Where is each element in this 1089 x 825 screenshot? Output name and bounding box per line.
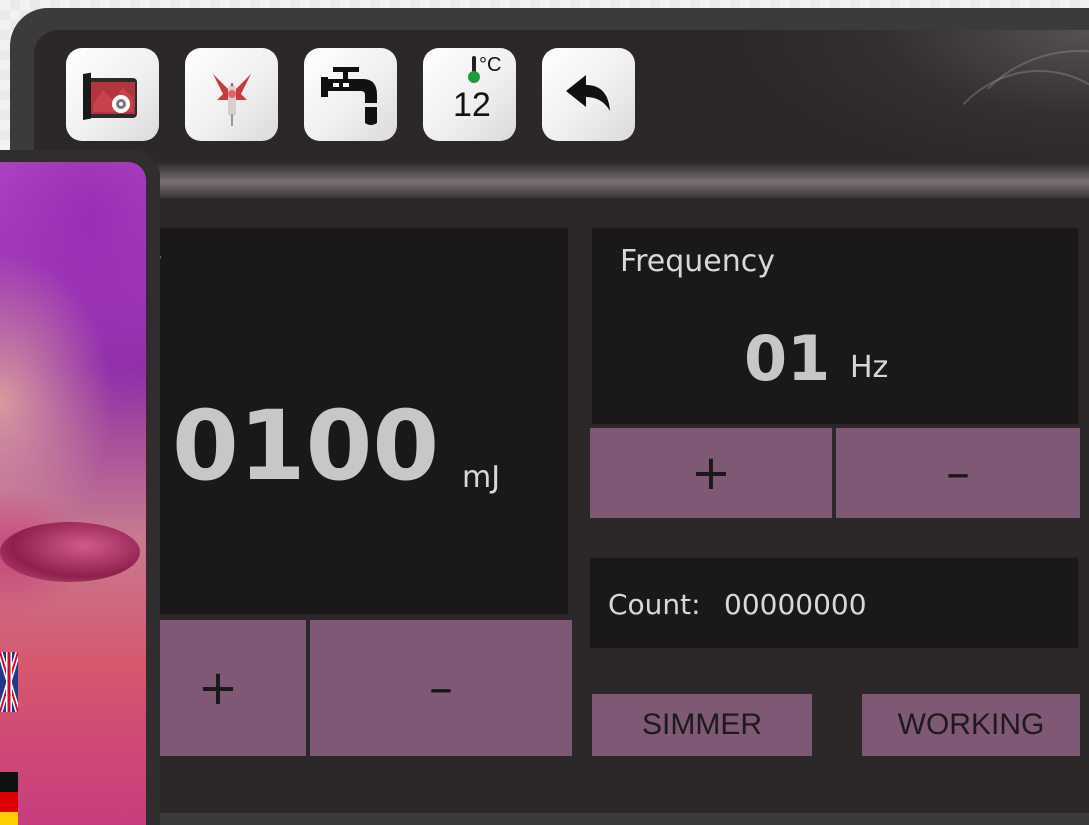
working-button[interactable]: WORKING — [862, 694, 1080, 756]
settings-button[interactable] — [66, 48, 159, 141]
frequency-label: Frequency — [620, 244, 775, 279]
frequency-panel: Frequency 01 Hz — [590, 226, 1080, 426]
count-panel: Count: 00000000 — [588, 556, 1080, 650]
energy-panel: y 0100 mJ — [130, 226, 570, 616]
simmer-button[interactable]: SIMMER — [592, 694, 812, 756]
minus-icon: – — [946, 445, 970, 501]
german-flag-icon[interactable] — [0, 772, 18, 825]
water-tap-icon — [320, 66, 377, 125]
plus-icon: + — [690, 445, 732, 501]
minus-icon: – — [429, 660, 453, 716]
handpiece-icon — [212, 73, 251, 126]
frequency-value: 01 — [744, 322, 831, 395]
back-arrow-icon — [565, 74, 610, 111]
toolbar: °C 12 — [66, 48, 635, 141]
back-button[interactable] — [542, 48, 635, 141]
water-button[interactable] — [304, 48, 397, 141]
temperature-unit: °C — [479, 54, 502, 76]
handpiece-button[interactable] — [185, 48, 278, 141]
english-flag-icon[interactable] — [0, 652, 18, 712]
portrait-lips — [0, 522, 140, 582]
settings-screen-icon — [82, 72, 137, 120]
temperature-display[interactable]: °C 12 — [423, 48, 516, 141]
energy-minus-button[interactable]: – — [310, 620, 572, 756]
count-value: 00000000 — [724, 588, 867, 621]
portrait-image — [0, 162, 146, 825]
overlapping-window — [0, 150, 160, 825]
simmer-label: SIMMER — [642, 708, 762, 741]
count-label: Count: — [608, 588, 701, 621]
header-band — [34, 162, 1089, 198]
temperature-value: 12 — [453, 86, 491, 124]
frequency-unit: Hz — [850, 350, 889, 385]
working-label: WORKING — [897, 708, 1045, 741]
plus-icon: + — [197, 660, 239, 716]
energy-value: 0100 — [172, 390, 440, 502]
main-screen: °C 12 y 0100 mJ + – Frequency 01 Hz — [34, 30, 1089, 813]
energy-unit: mJ — [462, 460, 501, 495]
frequency-plus-button[interactable]: + — [590, 428, 832, 518]
frequency-minus-button[interactable]: – — [836, 428, 1080, 518]
device-frame: °C 12 y 0100 mJ + – Frequency 01 Hz — [10, 8, 1089, 825]
